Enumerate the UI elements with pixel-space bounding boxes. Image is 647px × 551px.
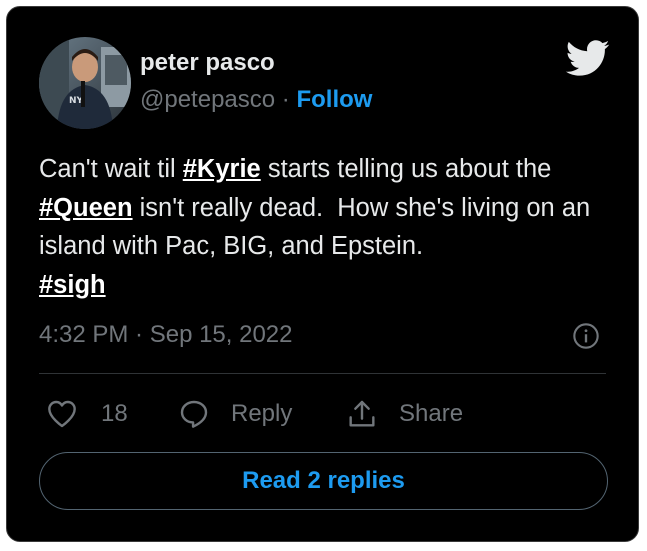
share-upload-icon	[349, 400, 375, 427]
twitter-bird-icon[interactable]	[564, 35, 610, 81]
tweet-text: Can't wait til #Kyrie starts telling us …	[39, 150, 619, 304]
hashtag-sigh-link[interactable]: #sigh	[39, 271, 106, 299]
reply-label: Reply	[231, 400, 293, 427]
author-handle[interactable]: @petepasco	[140, 86, 275, 113]
avatar[interactable]: NY	[39, 37, 131, 129]
tweet-text-part: Can't wait til	[39, 155, 183, 183]
author-display-name[interactable]: peter pasco	[140, 49, 275, 77]
divider	[39, 373, 606, 374]
follow-link[interactable]: Follow	[296, 86, 372, 113]
handle-separator: ·	[281, 86, 290, 113]
author-handle-row: @petepasco · Follow	[140, 86, 372, 114]
reply-button[interactable]: Reply	[177, 394, 292, 434]
tweet-text-part: starts telling us about the	[260, 155, 559, 183]
hashtag-queen-link[interactable]: #Queen	[39, 194, 133, 222]
tweet-timestamp[interactable]: 4:32 PM · Sep 15, 2022	[39, 321, 293, 349]
hashtag-kyrie-link[interactable]: #Kyrie	[183, 155, 261, 183]
tweet-card: NY peter pasco @petepasco · Follow Can't…	[6, 6, 639, 542]
read-replies-button[interactable]: Read 2 replies	[39, 452, 608, 510]
share-label: Share	[399, 400, 464, 427]
info-icon[interactable]	[572, 322, 600, 350]
heart-icon	[48, 400, 76, 428]
like-button[interactable]: 18	[45, 394, 128, 434]
like-count: 18	[101, 400, 128, 427]
speech-bubble-icon	[180, 400, 208, 428]
share-button[interactable]: Share	[345, 394, 463, 434]
